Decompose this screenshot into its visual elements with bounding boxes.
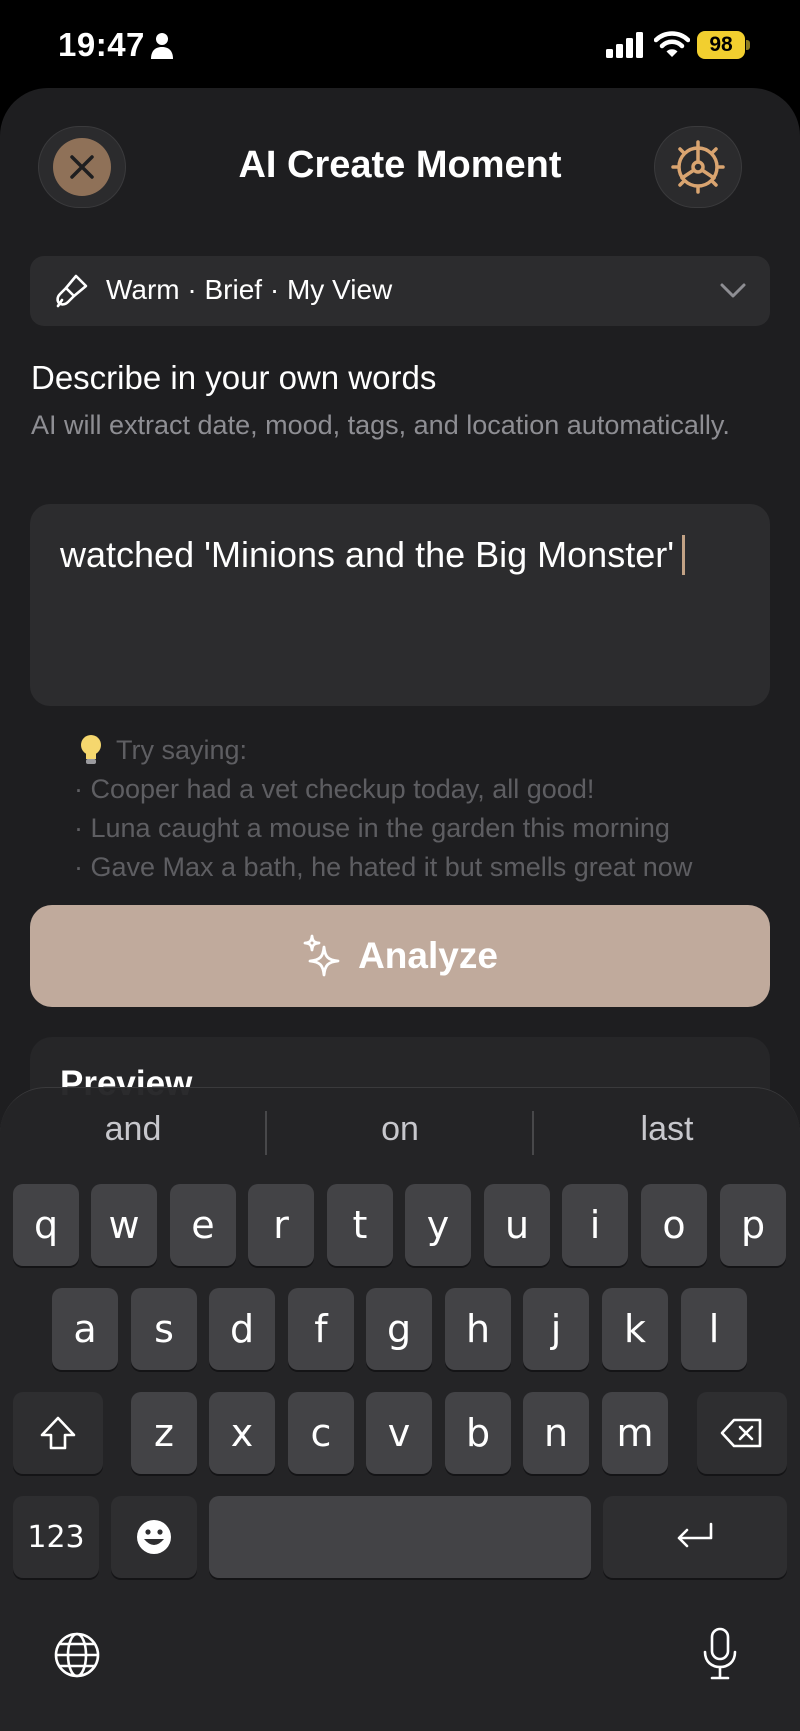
brush-icon: [56, 274, 88, 308]
text-caret: [682, 535, 686, 575]
battery-icon: 98: [697, 31, 750, 59]
suggestion-item[interactable]: and: [0, 1110, 266, 1149]
style-dropdown[interactable]: Warm · Brief · My View: [30, 256, 770, 326]
shift-key[interactable]: [13, 1392, 103, 1474]
key-o[interactable]: o: [641, 1184, 707, 1266]
status-bar: 19:47 98: [0, 0, 800, 90]
tip-item: · Luna caught a mouse in the garden this…: [74, 813, 670, 843]
key-v[interactable]: v: [366, 1392, 432, 1474]
signal-icon: [606, 32, 643, 58]
keyboard: and on last q w e r t y u i o p a s d f …: [0, 1087, 800, 1731]
sparkle-icon: [303, 934, 340, 977]
space-key[interactable]: [209, 1496, 591, 1578]
input-text: watched 'Minions and the Big Monster': [60, 534, 675, 575]
key-f[interactable]: f: [288, 1288, 354, 1370]
tip-item: · Gave Max a bath, he hated it but smell…: [74, 852, 693, 882]
suggestion-item[interactable]: last: [534, 1110, 800, 1149]
key-d[interactable]: d: [209, 1288, 275, 1370]
key-g[interactable]: g: [366, 1288, 432, 1370]
tips-section: Try saying: · Cooper had a vet checkup t…: [74, 730, 778, 887]
describe-description: AI will extract date, mood, tags, and lo…: [31, 410, 730, 440]
return-key[interactable]: [603, 1496, 787, 1578]
key-b[interactable]: b: [445, 1392, 511, 1474]
key-j[interactable]: j: [523, 1288, 589, 1370]
key-l[interactable]: l: [681, 1288, 747, 1370]
describe-title: Describe in your own words: [31, 359, 437, 396]
key-n[interactable]: n: [523, 1392, 589, 1474]
analyze-button[interactable]: Analyze: [30, 905, 770, 1007]
style-label: Warm · Brief · My View: [106, 274, 393, 305]
battery-level: 98: [697, 31, 745, 59]
globe-icon[interactable]: [52, 1630, 102, 1680]
key-z[interactable]: z: [131, 1392, 197, 1474]
key-r[interactable]: r: [248, 1184, 314, 1266]
key-u[interactable]: u: [484, 1184, 550, 1266]
backspace-key[interactable]: [697, 1392, 787, 1474]
tips-header: Try saying:: [116, 734, 248, 765]
key-e[interactable]: e: [170, 1184, 236, 1266]
person-icon: [151, 33, 173, 59]
key-i[interactable]: i: [562, 1184, 628, 1266]
shift-icon: [40, 1416, 76, 1450]
settings-button[interactable]: [654, 126, 742, 208]
key-x[interactable]: x: [209, 1392, 275, 1474]
key-q[interactable]: q: [13, 1184, 79, 1266]
emoji-key[interactable]: [111, 1496, 197, 1578]
gear-icon: [671, 140, 725, 194]
wifi-icon: [654, 31, 690, 57]
lightbulb-icon: [81, 735, 101, 764]
backspace-icon: [720, 1418, 762, 1448]
key-p[interactable]: p: [720, 1184, 786, 1266]
moment-description-input[interactable]: watched 'Minions and the Big Monster': [30, 504, 770, 706]
status-time: 19:47: [58, 26, 145, 63]
return-icon: [677, 1522, 713, 1548]
key-w[interactable]: w: [91, 1184, 157, 1266]
key-h[interactable]: h: [445, 1288, 511, 1370]
numbers-key[interactable]: 123: [13, 1496, 99, 1578]
key-s[interactable]: s: [131, 1288, 197, 1370]
microphone-icon[interactable]: [700, 1626, 740, 1682]
key-y[interactable]: y: [405, 1184, 471, 1266]
key-t[interactable]: t: [327, 1184, 393, 1266]
key-k[interactable]: k: [602, 1288, 668, 1370]
tip-item: · Cooper had a vet checkup today, all go…: [74, 774, 595, 804]
suggestion-item[interactable]: on: [267, 1110, 533, 1149]
key-m[interactable]: m: [602, 1392, 668, 1474]
analyze-label: Analyze: [358, 935, 498, 976]
key-c[interactable]: c: [288, 1392, 354, 1474]
chevron-down-icon: [720, 283, 746, 298]
key-a[interactable]: a: [52, 1288, 118, 1370]
emoji-icon: [137, 1520, 171, 1554]
suggestion-bar: and on last: [0, 1088, 800, 1182]
